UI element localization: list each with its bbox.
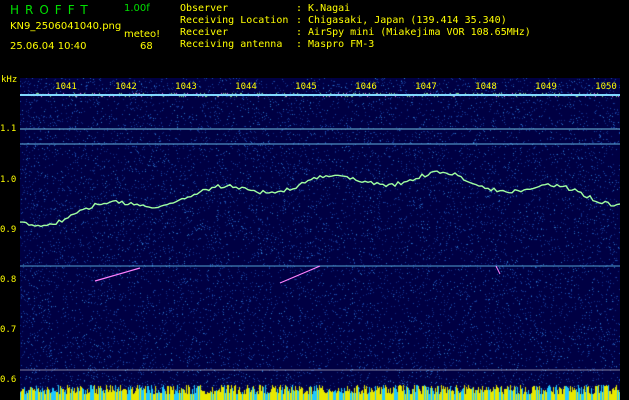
y-tick: 0.7 — [0, 325, 17, 335]
location-key: Receiving Location — [180, 15, 289, 26]
doppler-trace — [20, 170, 620, 228]
meteor-echo-3 — [495, 265, 501, 275]
x-tick: 1049 — [535, 82, 557, 92]
x-tick: 1047 — [415, 82, 437, 92]
x-tick: 1042 — [115, 82, 137, 92]
meteor-count: 68 — [140, 41, 153, 52]
receiver-value: : AirSpy mini (Miakejima VOR 108.65MHz) — [296, 27, 531, 38]
signal-level-bars — [20, 384, 620, 400]
version-label: 1.00f — [124, 3, 150, 14]
antenna-key: Receiving antenna — [180, 39, 283, 50]
x-tick: 1048 — [475, 82, 497, 92]
right-strip — [620, 78, 629, 400]
location-value: : Chigasaki, Japan (139.414 35.340) — [296, 15, 507, 26]
antenna-value: : Maspro FM-3 — [296, 39, 375, 50]
app-title: HROFFT — [10, 3, 94, 17]
x-tick: 1043 — [175, 82, 197, 92]
x-tick: 1041 — [55, 82, 77, 92]
meteor-echo-2 — [279, 265, 321, 284]
y-tick: 1.0 — [0, 175, 17, 185]
x-tick: 1046 — [355, 82, 377, 92]
x-tick: 1045 — [295, 82, 317, 92]
y-tick: 1.1 — [0, 124, 17, 134]
datetime-label: 25.06.04 10:40 — [10, 41, 87, 52]
header-panel: HROFFT 1.00f KN9_2506041040.png meteo! 2… — [0, 0, 629, 78]
file-name: KN9_2506041040.png — [10, 21, 122, 32]
x-tick: 1050 — [595, 82, 617, 92]
y-tick: 0.8 — [0, 275, 17, 285]
observer-key: Observer — [180, 3, 229, 14]
y-unit-label: kHz — [1, 75, 18, 85]
x-tick: 1044 — [235, 82, 257, 92]
receiver-key: Receiver — [180, 27, 229, 38]
observer-value: : K.Nagai — [296, 3, 351, 14]
meteor-echo-1 — [94, 267, 141, 282]
y-tick: 0.9 — [0, 225, 17, 235]
spectrogram-overlay — [20, 94, 620, 371]
meteor-label: meteo! — [124, 29, 161, 40]
spectrogram — [20, 78, 620, 400]
y-tick: 0.6 — [0, 375, 17, 385]
